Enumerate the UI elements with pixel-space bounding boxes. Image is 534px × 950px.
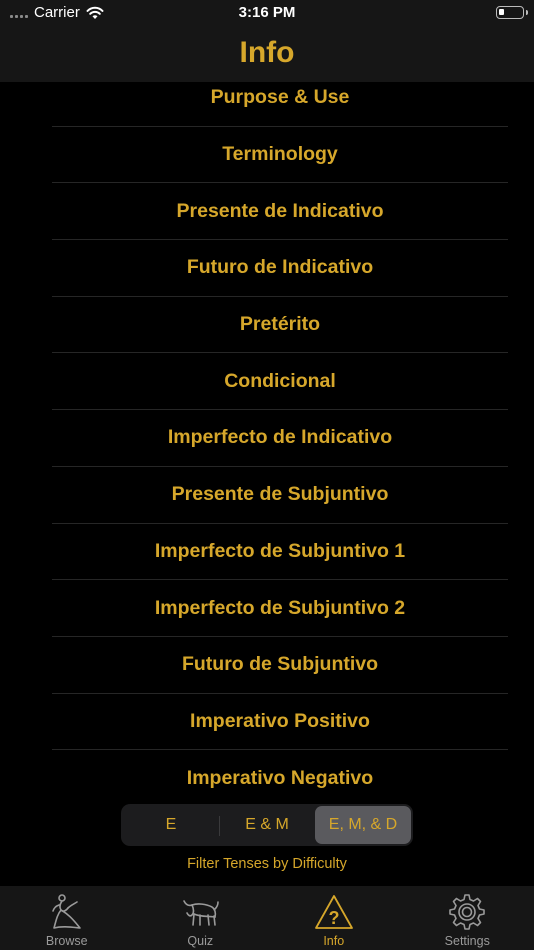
tab-label-quiz: Quiz [187, 934, 214, 948]
topic-imperfecto-de-indicativo[interactable]: Imperfecto de Indicativo [52, 410, 508, 467]
battery-icon [496, 6, 528, 19]
topic-terminology[interactable]: Terminology [52, 127, 508, 184]
difficulty-segmented-control: E E & M E, M, & D [121, 804, 413, 846]
topic-futuro-de-indicativo[interactable]: Futuro de Indicativo [52, 240, 508, 297]
status-bar: Carrier 3:16 PM [0, 0, 534, 24]
topic-preterito[interactable]: Pretérito [52, 297, 508, 354]
info-topic-list: Purpose & Use Terminology Presente de In… [52, 70, 508, 807]
difficulty-option-easy-medium[interactable]: E & M [219, 806, 315, 844]
tab-label-browse: Browse [45, 934, 88, 948]
difficulty-filter-caption: Filter Tenses by Difficulty [187, 856, 347, 872]
topic-presente-de-indicativo[interactable]: Presente de Indicativo [52, 183, 508, 241]
svg-text:?: ? [328, 908, 339, 928]
gear-icon [447, 892, 487, 932]
tab-bar: Browse Quiz ? Info Settings [0, 886, 534, 950]
tab-info[interactable]: ? Info [267, 886, 401, 950]
tab-settings[interactable]: Settings [401, 886, 534, 950]
question-triangle-icon: ? [314, 892, 354, 932]
bull-icon [180, 892, 220, 932]
tab-label-info: Info [323, 934, 345, 948]
topic-imperfecto-de-subjuntivo-2[interactable]: Imperfecto de Subjuntivo 2 [52, 580, 508, 637]
topic-imperativo-negativo[interactable]: Imperativo Negativo [52, 750, 508, 807]
tab-quiz[interactable]: Quiz [134, 886, 268, 950]
difficulty-option-easy[interactable]: E [123, 806, 219, 844]
topic-condicional[interactable]: Condicional [52, 353, 508, 411]
difficulty-option-easy-medium-difficult[interactable]: E, M, & D [315, 806, 411, 844]
topic-imperfecto-de-subjuntivo-1[interactable]: Imperfecto de Subjuntivo 1 [52, 524, 508, 581]
status-time: 3:16 PM [238, 4, 296, 21]
topic-imperativo-positivo[interactable]: Imperativo Positivo [52, 694, 508, 751]
topic-purpose-and-use[interactable]: Purpose & Use [52, 70, 508, 127]
tab-browse[interactable]: Browse [0, 886, 134, 950]
topic-presente-de-subjuntivo[interactable]: Presente de Subjuntivo [52, 467, 508, 524]
tab-label-settings: Settings [444, 934, 490, 948]
dancer-icon [47, 892, 87, 932]
topic-futuro-de-subjuntivo[interactable]: Futuro de Subjuntivo [52, 637, 508, 694]
